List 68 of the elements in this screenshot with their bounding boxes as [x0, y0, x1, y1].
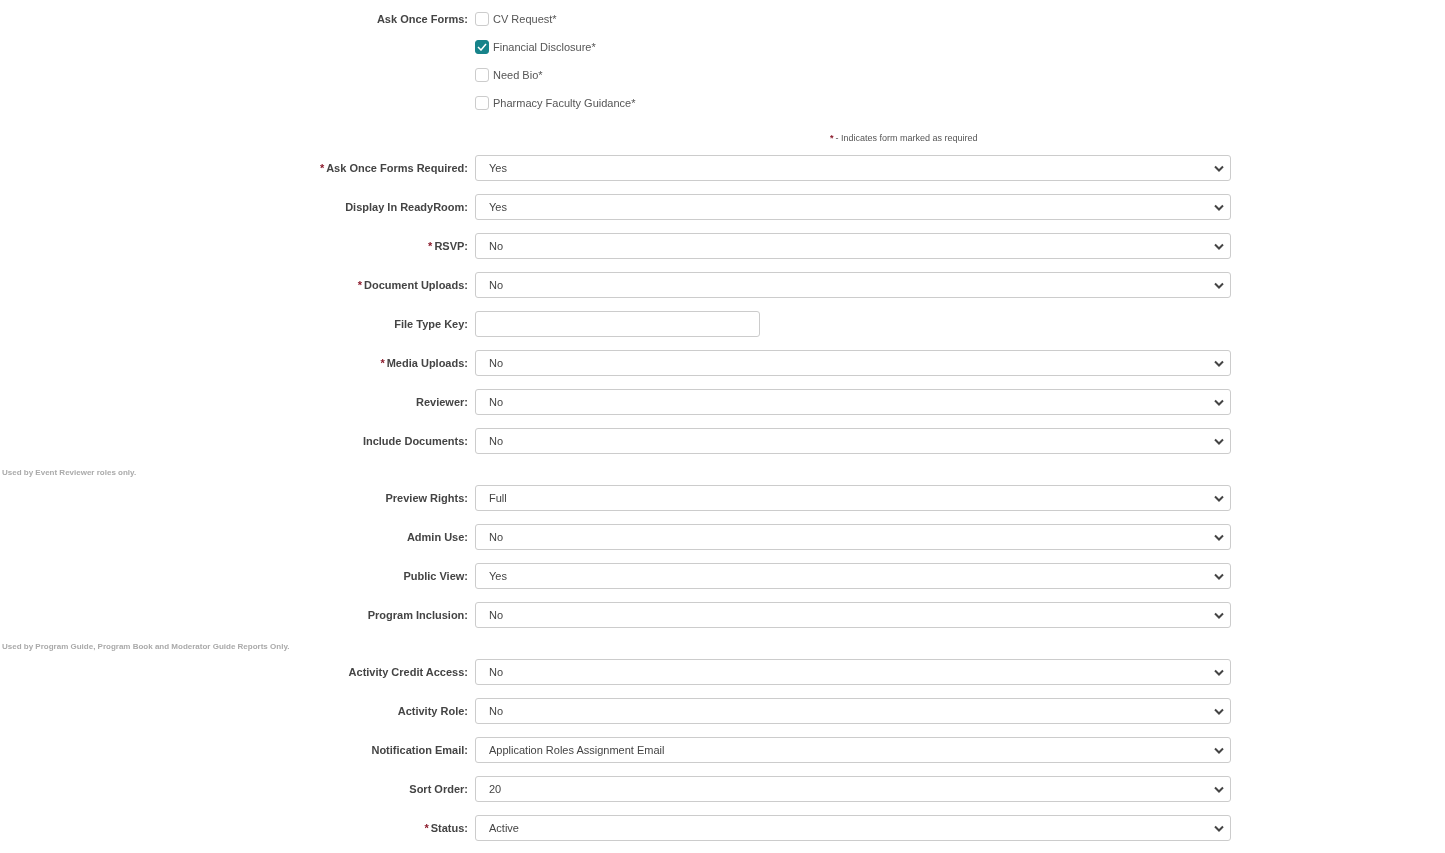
checkbox[interactable]	[475, 96, 489, 110]
chevron-down-icon	[1214, 707, 1224, 715]
dropdown[interactable]: No	[475, 428, 1231, 454]
checkbox-label[interactable]: CV Request*	[493, 10, 557, 28]
input-field[interactable]	[475, 311, 760, 337]
checkbox-label[interactable]: Pharmacy Faculty Guidance*	[493, 94, 636, 112]
dropdown[interactable]: No	[475, 698, 1231, 724]
dropdown[interactable]: Full	[475, 485, 1231, 511]
dropdown[interactable]: No	[475, 272, 1231, 298]
chevron-down-icon	[1214, 572, 1224, 580]
field-label: RSVP:	[434, 238, 468, 254]
field-label: Include Documents:	[362, 433, 468, 449]
required-mark: *	[428, 238, 433, 254]
chevron-down-icon	[1214, 611, 1224, 619]
chevron-down-icon	[1214, 785, 1224, 793]
dropdown[interactable]: No	[475, 389, 1231, 415]
field-label: Status:	[430, 820, 468, 836]
chevron-down-icon	[1214, 533, 1224, 541]
chevron-down-icon	[1214, 398, 1224, 406]
chevron-down-icon	[1214, 824, 1224, 832]
required-mark: *	[357, 277, 363, 293]
required-mark: *	[830, 132, 834, 146]
dropdown[interactable]: No	[475, 233, 1231, 259]
dropdown[interactable]: No	[475, 602, 1231, 628]
dropdown[interactable]: No	[475, 659, 1231, 685]
field-label: Activity Credit Access:	[348, 664, 468, 680]
field-label: Reviewer:	[416, 394, 468, 410]
checkbox[interactable]	[475, 12, 489, 26]
chevron-down-icon	[1214, 242, 1224, 250]
chevron-down-icon	[1214, 494, 1224, 502]
checkbox-label[interactable]: Need Bio*	[493, 66, 543, 84]
field-label: Sort Order:	[409, 781, 468, 797]
help-note: Used by Program Guide, Program Book and Moderator Guide Reports Only.	[2, 641, 290, 653]
dropdown[interactable]: Active	[475, 815, 1231, 841]
field-label: Media Uploads:	[386, 355, 468, 371]
help-note: Used by Event Reviewer roles only.	[2, 467, 137, 479]
checkbox-label[interactable]: Financial Disclosure*	[493, 38, 596, 56]
checkbox[interactable]	[475, 68, 489, 82]
dropdown[interactable]: Yes	[475, 155, 1231, 181]
field-label: Activity Role:	[397, 703, 468, 719]
field-label: Preview Rights:	[385, 490, 468, 506]
chevron-down-icon	[1214, 203, 1224, 211]
chevron-down-icon	[1214, 359, 1224, 367]
dropdown[interactable]: No	[475, 350, 1231, 376]
dropdown[interactable]: Application Roles Assignment Email	[475, 737, 1231, 763]
dropdown[interactable]: No	[475, 524, 1231, 550]
required-mark: *	[380, 355, 385, 371]
field-label: Display In ReadyRoom:	[345, 199, 468, 215]
chevron-down-icon	[1214, 746, 1224, 754]
field-label: Document Uploads:	[364, 277, 468, 293]
chevron-down-icon	[1214, 164, 1224, 172]
required-mark: *	[319, 160, 325, 176]
field-label: Ask Once Forms:	[376, 13, 468, 25]
field-label: Notification Email:	[371, 742, 468, 758]
field-label: Public View:	[403, 568, 468, 584]
dropdown[interactable]: Yes	[475, 563, 1231, 589]
field-label: Admin Use:	[406, 529, 468, 545]
chevron-down-icon	[1214, 668, 1224, 676]
chevron-down-icon	[1214, 437, 1224, 445]
chevron-down-icon	[1214, 281, 1224, 289]
dropdown[interactable]: 20	[475, 776, 1231, 802]
field-label: Program Inclusion:	[367, 607, 468, 623]
field-label: File Type Key:	[394, 316, 468, 332]
field-label: Ask Once Forms Required:	[326, 160, 468, 176]
legend-text: - Indicates form marked as required	[835, 132, 978, 146]
checkbox[interactable]	[475, 40, 489, 54]
required-mark: *	[424, 820, 429, 836]
dropdown[interactable]: Yes	[475, 194, 1231, 220]
